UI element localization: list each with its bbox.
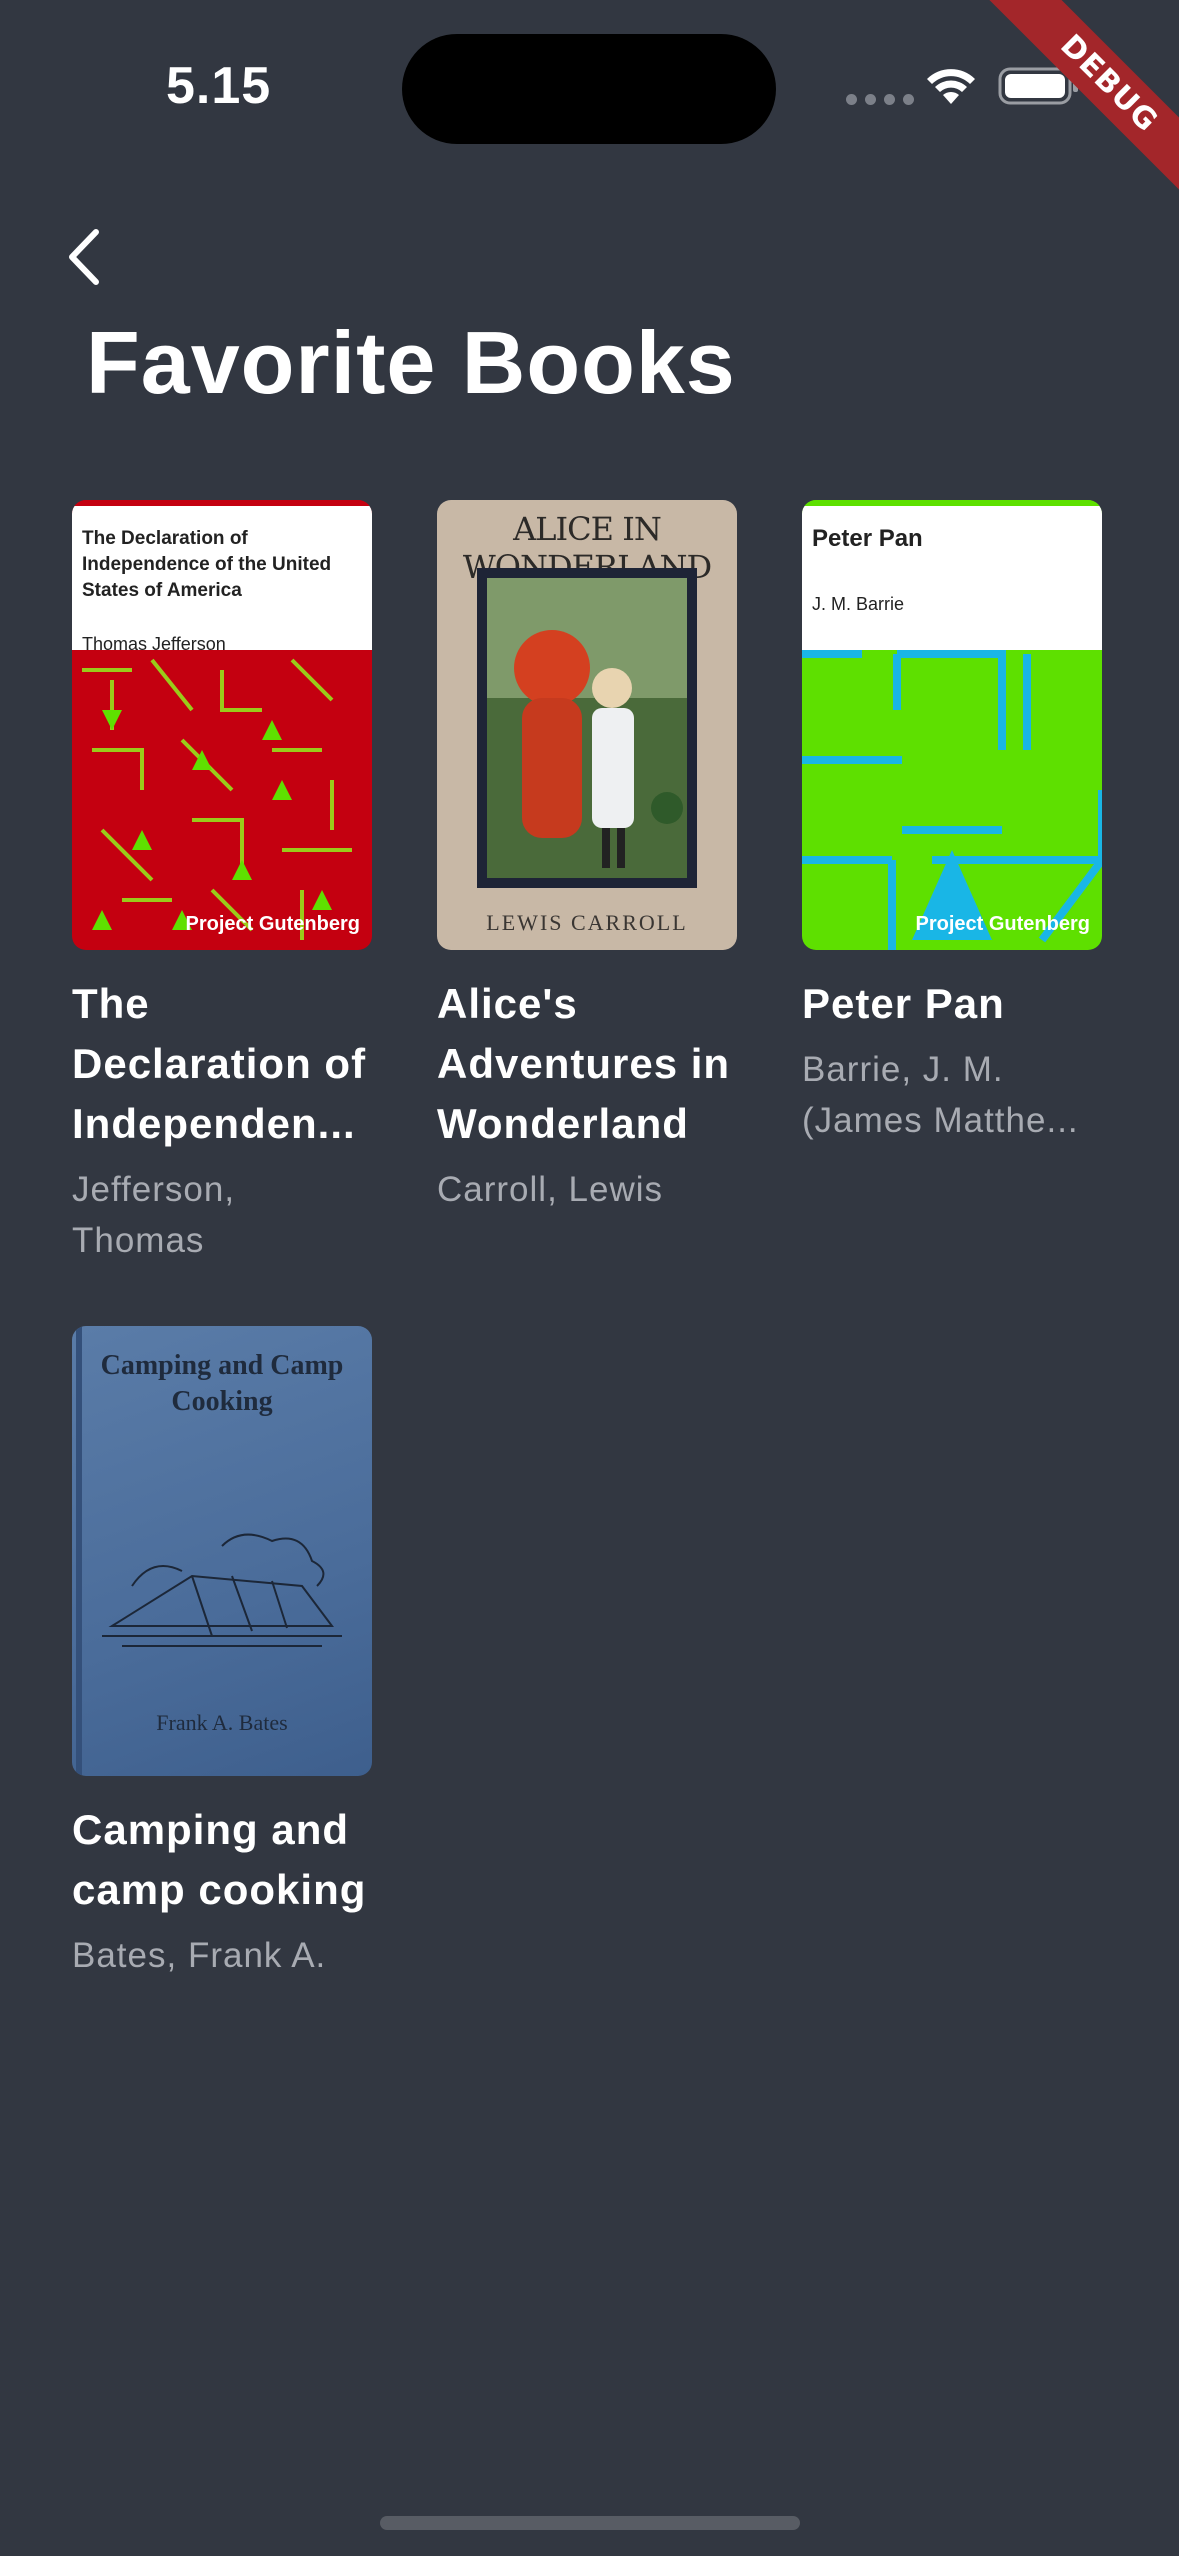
- book-card-peter-pan[interactable]: Peter Pan J. M. Barrie Project Gutenberg…: [802, 500, 1102, 1146]
- cover-pattern: [802, 650, 1102, 950]
- book-cover[interactable]: Peter Pan J. M. Barrie Project Gutenberg: [802, 500, 1102, 950]
- book-card-alice[interactable]: ALICE IN WONDERLAND LEWIS CARROLL Alice'…: [437, 500, 737, 1215]
- cover-title: Camping and Camp Cooking: [100, 1350, 344, 1417]
- book-title: The Declaration of Independen...: [72, 980, 367, 1147]
- cover-author: J. M. Barrie: [812, 594, 905, 614]
- book-author: Bates, Frank A.: [72, 1936, 327, 1975]
- cover-illustration: [477, 568, 697, 888]
- book-cover[interactable]: ALICE IN WONDERLAND LEWIS CARROLL: [437, 500, 737, 950]
- cover-brand: Project Gutenberg: [915, 913, 1090, 935]
- page-title: Favorite Books: [86, 313, 736, 412]
- book-cover[interactable]: The Declaration of Independence of the U…: [72, 500, 372, 950]
- book-cover[interactable]: Camping and Camp Cooking Frank A. Bates: [72, 1326, 372, 1776]
- book-title: Peter Pan: [802, 980, 1005, 1027]
- cover-author: Frank A. Bates: [156, 1710, 288, 1735]
- book-author: Barrie, J. M. (James Matthe...: [802, 1050, 1079, 1140]
- cellular-signal-icon: [846, 94, 914, 105]
- book-card-declaration[interactable]: The Declaration of Independence of the U…: [72, 500, 372, 1266]
- book-card-camping[interactable]: Camping and Camp Cooking Frank A. Bates …: [72, 1326, 372, 1981]
- wifi-icon: [927, 69, 975, 104]
- cover-pattern: [82, 658, 352, 940]
- book-author: Jefferson, Thomas: [72, 1170, 236, 1260]
- cover-brand: Project Gutenberg: [185, 913, 360, 935]
- cover-illustration: [102, 1533, 342, 1647]
- cover-author: LEWIS CARROLL: [486, 910, 688, 935]
- home-indicator[interactable]: [380, 2516, 800, 2530]
- status-time: 5.15: [166, 57, 272, 115]
- back-chevron-icon[interactable]: [56, 222, 112, 292]
- book-title: Alice's Adventures in Wonderland: [437, 980, 731, 1147]
- cover-title: The Declaration of Independence of the U…: [82, 528, 332, 601]
- dynamic-island: [402, 34, 776, 144]
- book-title: Camping and camp cooking: [72, 1806, 367, 1913]
- battery-icon: [998, 67, 1078, 105]
- cover-title: Peter Pan: [812, 525, 923, 552]
- book-author: Carroll, Lewis: [437, 1170, 663, 1209]
